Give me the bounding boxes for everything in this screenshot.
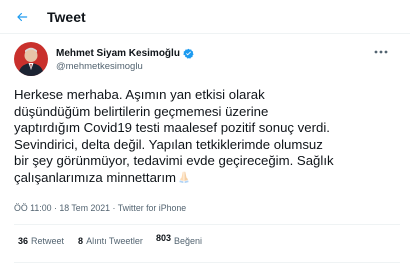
tweet-page: Tweet Mehmet Siyam Kesimoğlu @mehmetkesi… — [0, 0, 410, 268]
tweet-author: Mehmet Siyam Kesimoğlu @mehmetkesimoglu — [14, 42, 400, 76]
verified-badge-icon — [183, 48, 194, 59]
quotes-count: 8 — [78, 236, 84, 246]
divider-bottom — [14, 262, 400, 263]
tweet-meta: ÖÖ 11:00 · 18 Tem 2021 · Twitter for iPh… — [14, 203, 186, 213]
quotes-stat[interactable]: 8 Alıntı Tweetler — [78, 236, 143, 246]
folded-hands-emoji-icon — [177, 170, 191, 189]
quotes-label: Alıntı Tweetler — [86, 236, 143, 246]
retweets-label: Retweet — [31, 236, 65, 246]
page-title: Tweet — [47, 8, 86, 25]
back-button[interactable] — [11, 6, 33, 28]
retweets-count: 36 — [18, 236, 29, 246]
author-names: Mehmet Siyam Kesimoğlu @mehmetkesimoglu — [56, 46, 194, 72]
meta-separator: · — [53, 203, 57, 213]
divider-top — [14, 224, 400, 225]
tweet-time[interactable]: ÖÖ 11:00 — [14, 203, 52, 213]
display-name[interactable]: Mehmet Siyam Kesimoğlu — [56, 48, 180, 59]
avatar-image — [14, 42, 48, 76]
retweets-stat[interactable]: 36 Retweet — [18, 236, 64, 246]
tweet-date[interactable]: 18 Tem 2021 — [59, 203, 110, 213]
name-line: Mehmet Siyam Kesimoğlu — [56, 46, 194, 60]
tweet-body: Herkese merhaba. Aşımın yan etkisi olara… — [14, 87, 400, 189]
avatar[interactable] — [14, 42, 48, 76]
tweet-text: Herkese merhaba. Aşımın yan etkisi olara… — [14, 87, 334, 185]
likes-count: 803 — [155, 233, 171, 243]
user-handle[interactable]: @mehmetkesimoglu — [56, 61, 194, 72]
top-bar: Tweet — [0, 0, 410, 34]
meta-separator-2: · — [112, 203, 116, 213]
likes-stat[interactable]: 803 Beğeni — [155, 233, 202, 246]
more-options-button[interactable] — [372, 46, 390, 58]
likes-label: Beğeni — [173, 236, 202, 246]
tweet-source[interactable]: Twitter for iPhone — [118, 203, 186, 213]
more-horizontal-icon — [374, 50, 388, 54]
arrow-left-icon — [17, 12, 28, 21]
tweet-stats: 36 Retweet 8 Alıntı Tweetler 803 Beğeni — [18, 233, 202, 246]
